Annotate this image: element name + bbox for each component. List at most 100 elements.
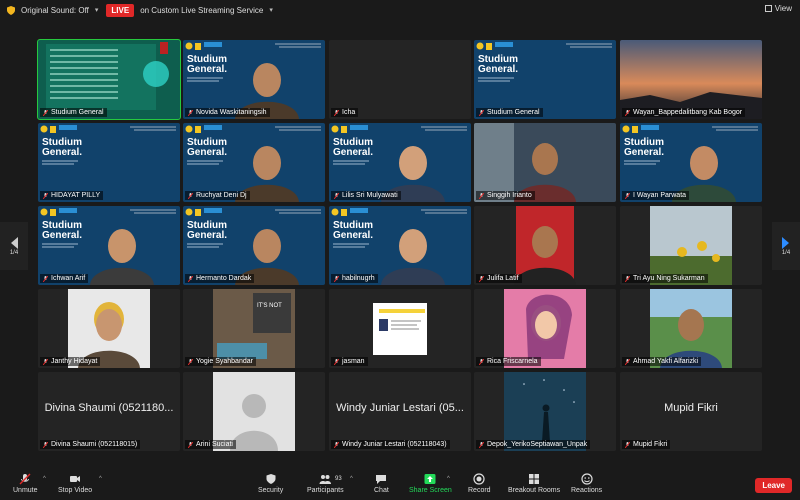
mic-muted-icon — [479, 192, 484, 199]
smiley-icon — [580, 473, 593, 485]
mic-muted-icon — [625, 192, 630, 199]
mic-muted-icon — [625, 441, 630, 448]
participant-name: Studium General — [487, 109, 540, 116]
participant-name: Studium General — [51, 109, 104, 116]
shield-icon — [266, 474, 276, 484]
stop-video-button[interactable]: Stop Video — [58, 473, 92, 494]
stream-service-label[interactable]: on Custom Live Streaming Service — [140, 6, 263, 15]
participant-name-label: Icha — [331, 108, 359, 117]
mic-muted-icon — [479, 109, 484, 116]
participant-tile[interactable]: Studium General. Ichwan Arif — [38, 206, 180, 285]
svg-text:General.: General. — [624, 147, 664, 158]
mic-muted-icon — [188, 192, 193, 199]
original-sound-toggle[interactable]: Original Sound: Off — [21, 6, 89, 15]
participant-tile[interactable]: Rica Friscarnela — [474, 289, 616, 368]
participant-tile[interactable]: Depok_YerikoSeptiawan_Unpak — [474, 372, 616, 451]
participant-name: Lilis Sri Mulyawati — [342, 192, 398, 199]
mic-muted-icon — [19, 473, 31, 485]
participant-name: jasman — [342, 358, 365, 365]
chevron-up-icon[interactable]: ^ — [99, 476, 102, 482]
participant-name-label: jasman — [331, 357, 368, 366]
participant-tile[interactable]: Studium General. Ruchyat Deni Dj — [183, 123, 325, 202]
svg-text:General.: General. — [333, 230, 373, 241]
participant-tile[interactable]: Studium General. Novida Waskitaningsih — [183, 40, 325, 119]
svg-text:General.: General. — [42, 230, 82, 241]
mic-muted-icon — [625, 275, 630, 282]
chevron-down-icon[interactable]: ▾ — [95, 6, 99, 14]
participant-display-name: Windy Juniar Lestari (05... — [336, 402, 464, 414]
chevron-up-icon[interactable]: ^ — [350, 476, 353, 482]
security-button[interactable]: Security — [258, 473, 283, 494]
breakout-rooms-label: Breakout Rooms — [508, 487, 561, 494]
mic-muted-icon — [334, 441, 339, 448]
mic-muted-icon — [479, 275, 484, 282]
mic-muted-icon — [479, 358, 484, 365]
prev-page-button[interactable]: 1/4 — [0, 222, 28, 270]
participant-name-label: Ahmad Yakfi Alfarizki — [622, 357, 702, 366]
participant-tile[interactable]: Tri Ayu Ning Sukarman — [620, 206, 762, 285]
mic-muted-icon — [334, 275, 339, 282]
participant-tile[interactable]: Studium General. HIDAYAT PILLY — [38, 123, 180, 202]
participant-tile[interactable]: Studium General. Hermanto Dardak — [183, 206, 325, 285]
participant-tile[interactable]: Divina Shaumi (0521180... Divina Shaumi (… — [38, 372, 180, 451]
participant-name-label: Ichwan Arif — [40, 274, 89, 283]
record-icon — [473, 473, 485, 485]
unmute-button[interactable]: Unmute — [13, 473, 38, 494]
participant-tile[interactable]: Studium General. Lilis Sri Mulyawati — [329, 123, 471, 202]
participant-tile[interactable]: Studium General. Studium General — [474, 40, 616, 119]
chevron-down-icon[interactable]: ▾ — [269, 6, 273, 14]
participant-tile[interactable]: Studium General. I Wayan Parwata — [620, 123, 762, 202]
participant-tile[interactable]: Julifa Latif — [474, 206, 616, 285]
participant-name: I Wayan Parwata — [633, 192, 687, 199]
participant-name-label: I Wayan Parwata — [622, 191, 690, 200]
share-screen-button[interactable]: Share Screen — [409, 473, 452, 494]
participant-name: Rica Friscarnela — [487, 358, 538, 365]
chevron-up-icon[interactable]: ^ — [447, 476, 450, 482]
participant-tile[interactable]: Mupid Fikri Mupid Fikri — [620, 372, 762, 451]
chevron-up-icon[interactable]: ^ — [43, 476, 46, 482]
participant-name: Novida Waskitaningsih — [196, 109, 267, 116]
participant-tile[interactable]: Wayan_Bappedalitbang Kab Bogor — [620, 40, 762, 119]
participants-count: 93 — [335, 476, 342, 482]
participant-tile[interactable]: jasman — [329, 289, 471, 368]
participant-name-label: Windy Juniar Lestari (052118043) — [331, 440, 450, 449]
mic-muted-icon — [334, 358, 339, 365]
participant-name-label: Studium General — [476, 108, 543, 117]
participant-name-label: HIDAYAT PILLY — [40, 191, 104, 200]
shield-icon[interactable] — [7, 5, 15, 15]
participant-name-label: Rica Friscarnela — [476, 357, 541, 366]
participant-tile[interactable]: Studium General — [37, 39, 181, 120]
view-button[interactable]: View — [764, 4, 792, 13]
participant-tile[interactable]: Studium General. habilnugrh — [329, 206, 471, 285]
participant-name-label: Ruchyat Deni Dj — [185, 191, 250, 200]
leave-button[interactable]: Leave — [755, 478, 792, 493]
mic-muted-icon — [625, 358, 630, 365]
participant-tile[interactable]: Singgih Irianto — [474, 123, 616, 202]
meeting-toolbar: Unmute ^ Stop Video ^ Security Participa… — [0, 471, 800, 500]
participant-name-label: Wayan_Bappedalitbang Kab Bogor — [622, 108, 746, 117]
participant-tile[interactable]: Arini Suciati — [183, 372, 325, 451]
participant-name-label: Depok_YerikoSeptiawan_Unpak — [476, 440, 591, 449]
live-badge[interactable]: LIVE — [106, 3, 135, 17]
participant-name-label: Studium General — [40, 108, 107, 117]
participant-tile[interactable]: Windy Juniar Lestari (05... Windy Juniar … — [329, 372, 471, 451]
reactions-button[interactable]: Reactions — [571, 473, 602, 494]
record-button[interactable]: Record — [468, 473, 491, 494]
participant-tile[interactable]: IT'S NOT Yogie Syahbandar — [183, 289, 325, 368]
next-page-button[interactable]: 1/4 — [772, 222, 800, 270]
participant-tile[interactable]: Janthy Hidayat — [38, 289, 180, 368]
participant-display-name: Divina Shaumi (0521180... — [44, 402, 174, 414]
chat-button[interactable]: Chat — [374, 473, 389, 494]
svg-text:General.: General. — [187, 147, 227, 158]
participant-name: habilnugrh — [342, 275, 375, 282]
breakout-rooms-button[interactable]: Breakout Rooms — [508, 473, 560, 494]
participant-name: Icha — [342, 109, 356, 116]
view-label: View — [774, 4, 792, 13]
breakout-rooms-icon — [529, 474, 540, 484]
mic-muted-icon — [625, 109, 630, 116]
chevron-right-icon — [782, 237, 789, 249]
participant-tile[interactable]: Icha — [329, 40, 471, 119]
participant-name-label: Divina Shaumi (052118015) — [40, 440, 141, 449]
participant-name-label: habilnugrh — [331, 274, 378, 283]
participant-tile[interactable]: Ahmad Yakfi Alfarizki — [620, 289, 762, 368]
